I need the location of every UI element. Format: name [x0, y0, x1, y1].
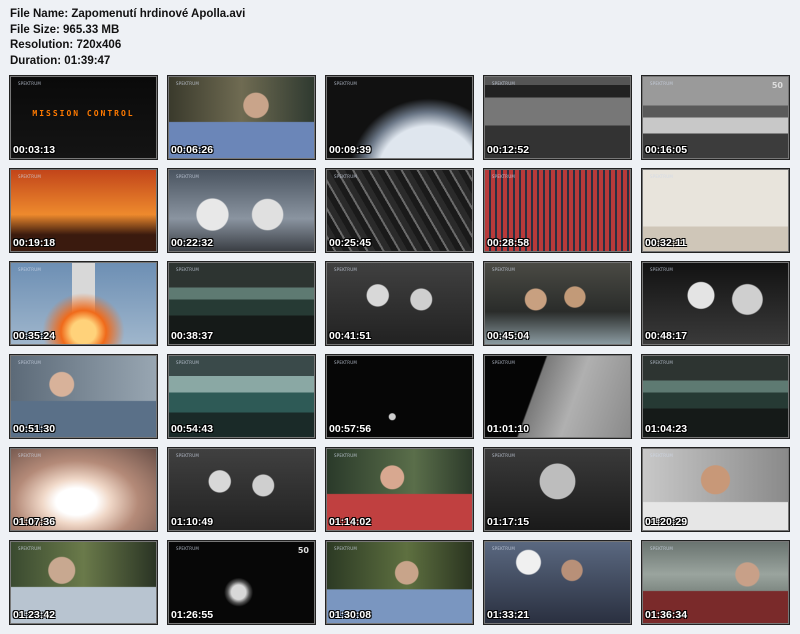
channel-logo: SPEKTRUM	[18, 267, 41, 272]
channel-logo: SPEKTRUM	[492, 360, 515, 365]
video-thumbnail: SPEKTRUM 01:30:08	[325, 540, 474, 625]
video-thumbnail: SPEKTRUM 00:54:43	[167, 354, 316, 439]
video-thumbnail: SPEKTRUM 01:17:15	[483, 447, 632, 532]
anniversary-badge: 50	[297, 546, 309, 555]
title-overlay-text: MISSION CONTROL	[32, 109, 135, 119]
video-thumbnail: SPEKTRUM 00:45:04	[483, 261, 632, 346]
channel-logo: SPEKTRUM	[492, 81, 515, 86]
timestamp-label: 00:03:13	[13, 144, 56, 156]
timestamp-label: 01:14:02	[329, 516, 372, 528]
video-thumbnail: SPEKTRUM 00:57:56	[325, 354, 474, 439]
channel-logo: SPEKTRUM	[176, 453, 199, 458]
channel-logo: SPEKTRUM	[650, 360, 673, 365]
video-thumbnail: SPEKTRUM 01:10:49	[167, 447, 316, 532]
channel-logo: SPEKTRUM	[650, 546, 673, 551]
video-thumbnail: SPEKTRUM MISSION CONTROL 00:03:13	[9, 75, 158, 160]
video-thumbnail: SPEKTRUM 00:41:51	[325, 261, 474, 346]
timestamp-label: 01:33:21	[487, 609, 530, 621]
timestamp-label: 00:22:32	[171, 237, 214, 249]
channel-logo: SPEKTRUM	[18, 453, 41, 458]
timestamp-label: 01:20:29	[645, 516, 688, 528]
channel-logo: SPEKTRUM	[176, 81, 199, 86]
video-thumbnail: SPEKTRUM 00:06:26	[167, 75, 316, 160]
timestamp-label: 00:41:51	[329, 330, 372, 342]
timestamp-label: 01:01:10	[487, 423, 530, 435]
timestamp-label: 00:16:05	[645, 144, 688, 156]
channel-logo: SPEKTRUM	[334, 453, 357, 458]
channel-logo: SPEKTRUM	[650, 174, 673, 179]
channel-logo: SPEKTRUM	[176, 267, 199, 272]
timestamp-label: 00:48:17	[645, 330, 688, 342]
resolution-text: Resolution: 720x406	[10, 39, 122, 51]
video-thumbnail: SPEKTRUM 00:22:32	[167, 168, 316, 253]
channel-logo: SPEKTRUM	[650, 81, 673, 86]
duration-text: Duration: 01:39:47	[10, 54, 111, 67]
channel-logo: SPEKTRUM	[492, 267, 515, 272]
video-thumbnail: SPEKTRUM 50 01:26:55	[167, 540, 316, 625]
timestamp-label: 01:36:34	[645, 609, 688, 621]
channel-logo: SPEKTRUM	[18, 81, 41, 86]
channel-logo: SPEKTRUM	[334, 546, 357, 551]
file-size-text: File Size: 965.33 MB	[10, 23, 120, 36]
file-name-text: File Name: Zapomenutí hrdinové Apolla.av…	[10, 8, 246, 20]
channel-logo: SPEKTRUM	[334, 174, 357, 179]
video-thumbnail: SPEKTRUM 01:23:42	[9, 540, 158, 625]
video-thumbnail: SPEKTRUM 01:14:02	[325, 447, 474, 532]
video-thumbnail: SPEKTRUM 00:48:17	[641, 261, 790, 346]
thumbnail-grid: SPEKTRUM MISSION CONTROL 00:03:13 SPEKTRUM 0…	[9, 75, 790, 625]
timestamp-label: 00:54:43	[171, 423, 214, 435]
video-thumbnail: SPEKTRUM 01:07:36	[9, 447, 158, 532]
video-thumbnail: SPEKTRUM 00:12:52	[483, 75, 632, 160]
channel-logo: SPEKTRUM	[18, 546, 41, 551]
timestamp-label: 01:07:36	[13, 516, 56, 528]
video-thumbnail: SPEKTRUM 00:51:30	[9, 354, 158, 439]
video-thumbnail: SPEKTRUM 00:32:11	[641, 168, 790, 253]
timestamp-label: 00:51:30	[13, 423, 56, 435]
timestamp-label: 00:06:26	[171, 144, 214, 156]
video-thumbnail: SPEKTRUM 50 00:16:05	[641, 75, 790, 160]
channel-logo: SPEKTRUM	[492, 453, 515, 458]
channel-logo: SPEKTRUM	[176, 174, 199, 179]
video-thumbnail: SPEKTRUM 00:25:45	[325, 168, 474, 253]
channel-logo: SPEKTRUM	[176, 360, 199, 365]
video-thumbnail: SPEKTRUM 00:35:24	[9, 261, 158, 346]
video-thumbnail: SPEKTRUM 00:09:39	[325, 75, 474, 160]
timestamp-label: 00:19:18	[13, 237, 56, 249]
file-info-header: File Name: Zapomenutí hrdinové Apolla.av…	[10, 7, 245, 69]
video-thumbnail: SPEKTRUM 00:38:37	[167, 261, 316, 346]
channel-logo: SPEKTRUM	[176, 546, 199, 551]
timestamp-label: 01:23:42	[13, 609, 56, 621]
channel-logo: SPEKTRUM	[650, 267, 673, 272]
anniversary-badge: 50	[771, 81, 783, 90]
timestamp-label: 00:45:04	[487, 330, 530, 342]
timestamp-label: 01:26:55	[171, 609, 214, 621]
video-thumbnail: SPEKTRUM 01:33:21	[483, 540, 632, 625]
video-thumbnail: SPEKTRUM 01:36:34	[641, 540, 790, 625]
timestamp-label: 00:35:24	[13, 330, 56, 342]
timestamp-label: 00:09:39	[329, 144, 372, 156]
channel-logo: SPEKTRUM	[18, 360, 41, 365]
timestamp-label: 01:04:23	[645, 423, 688, 435]
timestamp-label: 00:57:56	[329, 423, 372, 435]
channel-logo: SPEKTRUM	[334, 81, 357, 86]
timestamp-label: 00:25:45	[329, 237, 372, 249]
channel-logo: SPEKTRUM	[334, 267, 357, 272]
timestamp-label: 00:28:58	[487, 237, 530, 249]
video-thumbnail: SPEKTRUM 00:28:58	[483, 168, 632, 253]
timestamp-label: 00:12:52	[487, 144, 530, 156]
video-thumbnail: SPEKTRUM 00:19:18	[9, 168, 158, 253]
timestamp-label: 00:38:37	[171, 330, 214, 342]
channel-logo: SPEKTRUM	[334, 360, 357, 365]
channel-logo: SPEKTRUM	[18, 174, 41, 179]
channel-logo: SPEKTRUM	[492, 174, 515, 179]
timestamp-label: 00:32:11	[645, 237, 687, 249]
timestamp-label: 01:30:08	[329, 609, 372, 621]
channel-logo: SPEKTRUM	[650, 453, 673, 458]
timestamp-label: 01:17:15	[487, 516, 530, 528]
video-thumbnail: SPEKTRUM 01:20:29	[641, 447, 790, 532]
timestamp-label: 01:10:49	[171, 516, 214, 528]
channel-logo: SPEKTRUM	[492, 546, 515, 551]
video-thumbnail: SPEKTRUM 01:04:23	[641, 354, 790, 439]
video-thumbnail: SPEKTRUM 01:01:10	[483, 354, 632, 439]
